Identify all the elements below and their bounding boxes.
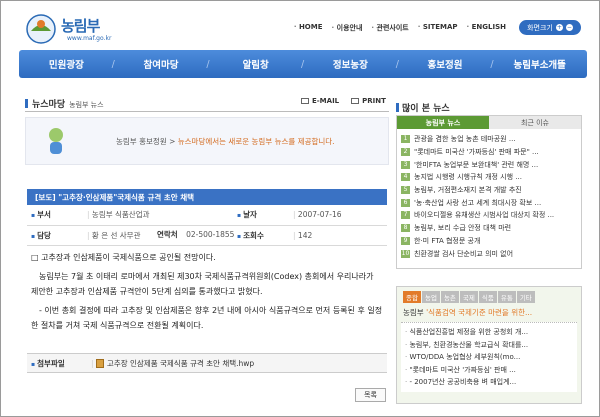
article: [보도] "고추장·인삼제품"국제식품 규격 초안 채택 부서 농림부 식품산업… bbox=[27, 189, 387, 377]
banner-text: 농림부 홍보정원 > 뉴스마당에서는 새로운 농림부 뉴스를 제공합니다. bbox=[116, 137, 335, 146]
contact-value: 02-500-1855 bbox=[186, 230, 235, 239]
zoom-in-icon[interactable]: + bbox=[555, 24, 563, 31]
list-item[interactable]: 8 농림부, 보리 수급 안정 대책 마련 bbox=[401, 222, 577, 235]
hwp-file-icon bbox=[95, 358, 104, 368]
divider bbox=[25, 111, 389, 112]
contact-info: 연락처 02-500-1855 bbox=[157, 229, 234, 240]
zoom-button[interactable]: 화면크기 + − bbox=[519, 20, 581, 35]
para-3: - 이번 총회 결정에 따라 고추장 및 인삼제품은 향후 2년 내에 아시아 … bbox=[31, 305, 383, 330]
logo-url: www.maf.go.kr bbox=[67, 35, 112, 42]
list-item[interactable]: 농림부, 친환경농산물 학교급식 확대를... bbox=[405, 340, 573, 353]
dept-value: 농림부 식품산업과 bbox=[83, 205, 233, 226]
email-icon bbox=[301, 98, 309, 104]
category-news-box: 종합 농업 농촌 국제 식품 유통 기타 농림부 '식품검역 국제기준 마련을 … bbox=[396, 286, 582, 404]
contact-label: 연락처 bbox=[157, 230, 178, 239]
util-sitemap[interactable]: SITEMAP bbox=[418, 23, 458, 33]
list-item[interactable]: - 2007년산 공공비축용 벼 매입계... bbox=[405, 377, 573, 390]
dept-label: 부서 bbox=[27, 205, 83, 226]
list-item[interactable]: 9 한·미 FTA 협정문 공개 bbox=[401, 235, 577, 248]
list-item[interactable]: 2 "롯데마트 미국산 '가짜등심' 판매 파문" ... bbox=[401, 146, 577, 159]
cat-general[interactable]: 종합 bbox=[403, 291, 421, 303]
nav-item-about[interactable]: 농림부소개뜰 bbox=[490, 50, 587, 78]
popular-box: 농림부 뉴스 최근 이슈 1 관광을 겸한 농업 농촌 테마공원 ... 2 "롯데… bbox=[396, 115, 582, 269]
breadcrumb: 농림부 뉴스 bbox=[69, 101, 104, 109]
popular-tabs: 농림부 뉴스 최근 이슈 bbox=[397, 116, 581, 129]
category-headline[interactable]: 농림부 '식품검역 국제기준 마련을 위한... bbox=[397, 303, 581, 322]
character-icon bbox=[49, 128, 63, 154]
util-links: HOME 이용안내 관련사이트 SITEMAP ENGLISH bbox=[294, 23, 506, 33]
list-item[interactable]: 6 '농·축산업 사랑 선고 세계 최대시장 확보 ... bbox=[401, 196, 577, 209]
attachment-row: 첨부파일 고추장 인삼제품 국제식품 규격 초안 채택.hwp bbox=[27, 353, 387, 373]
list-item[interactable]: 4 농지법 시행령 시행규칙 개정 시행 ... bbox=[401, 171, 577, 184]
article-tools: E-MAIL PRINT bbox=[301, 97, 386, 105]
category-tabs: 종합 농업 농촌 국제 식품 유통 기타 bbox=[397, 287, 581, 303]
article-title: [보도] "고추장·인삼제품"국제식품 규격 초안 채택 bbox=[27, 189, 387, 205]
logo-text: 농림부 bbox=[61, 17, 100, 35]
nav-item-participation[interactable]: 참여마당 bbox=[112, 50, 209, 78]
para-1: □ 고추장과 인삼제품이 국제식품으로 공인될 전망이다. bbox=[31, 252, 216, 262]
views-value: 142 bbox=[289, 225, 387, 246]
date-label: 날자 bbox=[233, 205, 289, 226]
zoom-label: 화면크기 bbox=[527, 23, 553, 32]
list-item[interactable]: 10 친환경쌀 검사 단순비교 의미 없어 bbox=[401, 247, 577, 260]
print-icon bbox=[351, 98, 360, 104]
nav-item-civil[interactable]: 민원광장 bbox=[19, 50, 114, 78]
list-item[interactable]: "롯데마트 미국산 '가짜등심' 판매 ... bbox=[405, 365, 573, 378]
main-nav: 민원광장 참여마당 알림창 정보농장 홍보정원 농림부소개뜰 bbox=[19, 50, 587, 78]
util-related[interactable]: 관련사이트 bbox=[371, 23, 409, 33]
nav-item-notice[interactable]: 알림창 bbox=[206, 50, 303, 78]
page: 농림부 www.maf.go.kr HOME 이용안내 관련사이트 SITEMA… bbox=[0, 0, 600, 417]
list-item[interactable]: 3 '한미FTA 농업부문 보완대책' 관련 해명 ... bbox=[401, 158, 577, 171]
tab-maf-news[interactable]: 농림부 뉴스 bbox=[397, 116, 489, 129]
tab-recent-issue[interactable]: 최근 이슈 bbox=[489, 116, 581, 129]
title-bar-icon bbox=[25, 99, 28, 108]
cat-rural[interactable]: 농촌 bbox=[440, 291, 459, 303]
para-2: 농림부는 7월 초 이태리 로마에서 개최된 제30차 국제식품규격위원회(Co… bbox=[31, 271, 374, 296]
logo-emblem-icon bbox=[26, 14, 56, 44]
popular-title: 많이 본 뉴스 bbox=[396, 101, 450, 114]
nav-item-info[interactable]: 정보농장 bbox=[301, 50, 398, 78]
article-body: □ 고추장과 인삼제품이 국제식품으로 공인될 전망이다. 농림부는 7월 초 … bbox=[27, 246, 387, 333]
cat-food[interactable]: 식품 bbox=[478, 291, 497, 303]
page-title: 뉴스마당 농림부 뉴스 bbox=[25, 97, 104, 110]
person-label: 담당 bbox=[27, 225, 83, 246]
list-button[interactable]: 목록 bbox=[355, 388, 386, 402]
list-item[interactable]: WTO/DDA 농업협상 세부원칙(mo... bbox=[405, 352, 573, 365]
site-logo[interactable]: 농림부 www.maf.go.kr bbox=[21, 9, 121, 45]
cat-intl[interactable]: 국제 bbox=[459, 291, 478, 303]
print-button[interactable]: PRINT bbox=[351, 97, 386, 105]
category-news-list: 식품산업진흥법 제정을 위한 공청회 개... 농림부, 친환경농산물 학교급식… bbox=[401, 322, 577, 392]
cat-agri[interactable]: 농업 bbox=[421, 291, 440, 303]
list-item[interactable]: 5 농림부, 거점편소재지 본격 개발 추진 bbox=[401, 184, 577, 197]
cat-dist[interactable]: 유통 bbox=[497, 291, 516, 303]
cat-etc[interactable]: 기타 bbox=[516, 291, 535, 303]
attach-file[interactable]: 고추장 인삼제품 국제식품 규격 초안 채택.hwp bbox=[91, 358, 254, 369]
nav-item-pr[interactable]: 홍보정원 bbox=[396, 50, 493, 78]
date-value: 2007-07-16 bbox=[289, 205, 387, 226]
list-item[interactable]: 7 바이오디젤용 유채생산 시범사업 대상지 확정 ... bbox=[401, 209, 577, 222]
attach-label: 첨부파일 bbox=[31, 358, 91, 369]
list-item[interactable]: 식품산업진흥법 제정을 위한 공청회 개... bbox=[405, 327, 573, 340]
views-label: 조회수 bbox=[233, 225, 289, 246]
zoom-out-icon[interactable]: − bbox=[565, 24, 573, 31]
email-button[interactable]: E-MAIL bbox=[301, 97, 339, 105]
util-english[interactable]: ENGLISH bbox=[467, 23, 506, 33]
list-item[interactable]: 1 관광을 겸한 농업 농촌 테마공원 ... bbox=[401, 133, 577, 146]
title-bar-icon bbox=[396, 103, 399, 112]
popular-list: 1 관광을 겸한 농업 농촌 테마공원 ... 2 "롯데마트 미국산 '가짜등심'… bbox=[397, 129, 581, 264]
section-banner: 농림부 홍보정원 > 뉴스마당에서는 새로운 농림부 뉴스를 제공합니다. bbox=[25, 117, 389, 165]
util-home[interactable]: HOME bbox=[294, 23, 323, 33]
util-guide[interactable]: 이용안내 bbox=[332, 23, 363, 33]
